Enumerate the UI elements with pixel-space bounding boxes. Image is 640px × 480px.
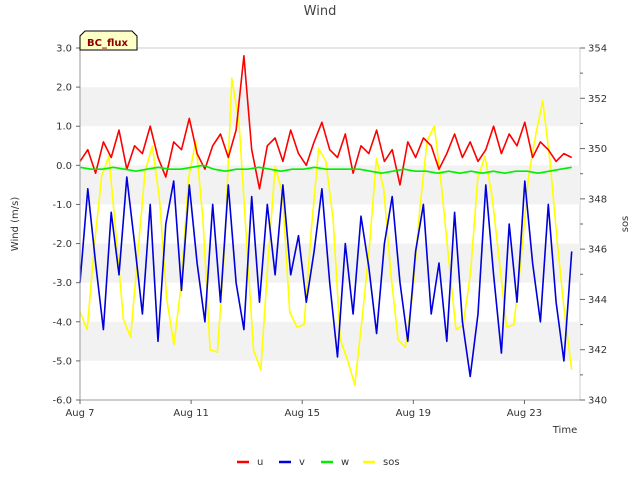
badge-label: BC_flux [87,38,128,49]
legend-label-sos: sos [383,457,400,468]
x-tick-label: Aug 7 [65,408,94,419]
y-tick-label: -5.0 [52,356,72,367]
legend-label-v: v [299,457,305,468]
y2-tick-label: 340 [588,396,607,407]
y2-tick-label: 348 [588,194,607,205]
grid-band [80,87,580,127]
legend-label-w: w [341,457,349,468]
y-axis-title: Wind (m/s) [10,197,21,252]
chart-title: Wind [304,4,337,19]
y2-tick-label: 352 [588,94,607,105]
y-tick-label: -6.0 [52,396,72,407]
wind-chart: 3.0 2.0 1.0 0.0 -1.0 -2.0 -3.0 -4.0 -5.0 -6.0 354 3… [0,0,640,480]
y-tick-label: 0.0 [56,161,72,172]
x-tick-label: Aug 23 [507,408,542,419]
y-tick-label: -2.0 [52,239,72,250]
y2-tick-label: 350 [588,144,607,155]
y-tick-label: 3.0 [56,44,72,55]
y-tick-label: 1.0 [56,122,72,133]
y2-axis-title: sos [620,216,631,233]
x-tick-label: Aug 11 [173,408,208,419]
y-tick-label: -1.0 [52,200,72,211]
grid-band [80,321,580,361]
y2-tick-label: 342 [588,345,607,356]
x-axis-title: Time [552,425,577,436]
y-tick-label: -4.0 [52,317,72,328]
y2-tick-label: 344 [588,295,607,306]
y2-tick-label: 346 [588,245,607,256]
x-tick-label: Aug 15 [285,408,320,419]
x-tick-label: Aug 19 [396,408,431,419]
station-badge: BC_flux [79,30,138,51]
y2-tick-label: 354 [588,44,607,55]
y-tick-label: -3.0 [52,278,72,289]
y-tick-label: 2.0 [56,83,72,94]
legend-label-u: u [257,457,263,468]
